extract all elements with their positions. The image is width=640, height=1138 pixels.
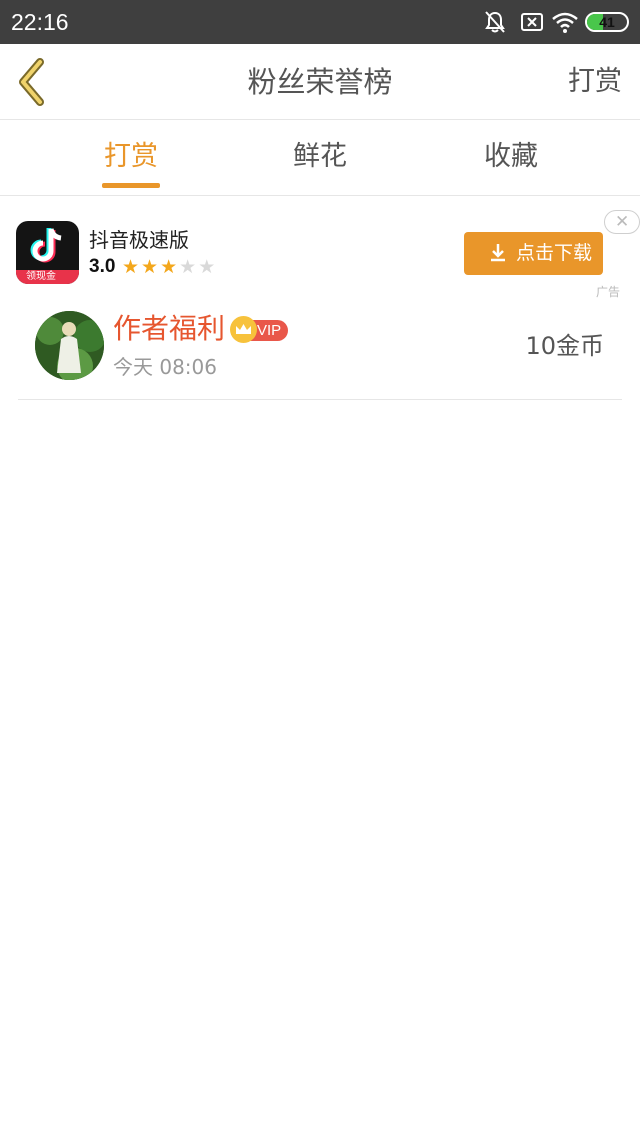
ad-label: 广告 xyxy=(596,285,621,299)
tab-bar: 打赏 鲜花 收藏 xyxy=(0,121,640,196)
ad-rating: 3.0 xyxy=(89,256,116,277)
top-nav-bar: 粉丝荣誉榜 打赏 xyxy=(0,44,640,120)
download-label: 点击下载 xyxy=(516,242,593,264)
avatar[interactable] xyxy=(35,311,104,380)
star-icon: ★ xyxy=(122,256,140,278)
reward-time: 今天 08:06 xyxy=(113,355,217,379)
download-button[interactable]: 点击下载 xyxy=(464,232,603,275)
status-time: 22:16 xyxy=(11,9,69,35)
battery-icon: 41 xyxy=(585,12,629,32)
ad-close-button[interactable]: ✕ xyxy=(604,210,640,234)
avatar-image xyxy=(35,311,104,380)
ad-app-icon: 领现金 xyxy=(16,221,79,284)
active-tab-indicator xyxy=(102,183,160,188)
tab-reward[interactable]: 打赏 xyxy=(71,139,191,175)
user-name[interactable]: 作者福利 xyxy=(113,310,225,348)
close-icon: ✕ xyxy=(615,212,630,232)
crown-glyph xyxy=(236,324,251,334)
download-icon xyxy=(491,244,505,262)
wifi-icon xyxy=(552,12,578,33)
battery-level: 41 xyxy=(599,14,615,30)
bell-off-icon xyxy=(485,11,505,33)
tab-flowers[interactable]: 鲜花 xyxy=(260,139,380,175)
page-title: 粉丝荣誉榜 xyxy=(247,65,393,99)
reward-amount: 10金币 xyxy=(525,332,604,360)
crown-icon xyxy=(230,316,257,343)
star-rating: ★ ★ ★ ★ ★ xyxy=(122,255,217,279)
star-icon: ★ xyxy=(179,256,197,278)
status-bar: 22:16 41 xyxy=(0,0,640,44)
list-item[interactable]: 作者福利 VIP 今天 08:06 10金币 xyxy=(18,302,622,400)
reward-button[interactable]: 打赏 xyxy=(568,64,622,100)
ad-icon-badge: 领现金 xyxy=(16,270,79,284)
ad-app-name: 抖音极速版 xyxy=(89,228,189,252)
app-screen: 22:16 41 粉丝荣誉榜 打赏 打赏 鲜花 收藏 领现金 抖音极速版 3.0… xyxy=(0,0,640,1138)
star-icon: ★ xyxy=(160,256,178,278)
star-icon: ★ xyxy=(141,256,159,278)
tiktok-logo-icon xyxy=(30,228,62,263)
star-icon: ★ xyxy=(198,256,216,278)
tab-favorites[interactable]: 收藏 xyxy=(451,139,571,175)
sim-off-icon xyxy=(521,13,543,31)
ad-banner[interactable]: 领现金 抖音极速版 3.0 ★ ★ ★ ★ ★ 点击下载 ✕ 广告 xyxy=(0,197,640,302)
